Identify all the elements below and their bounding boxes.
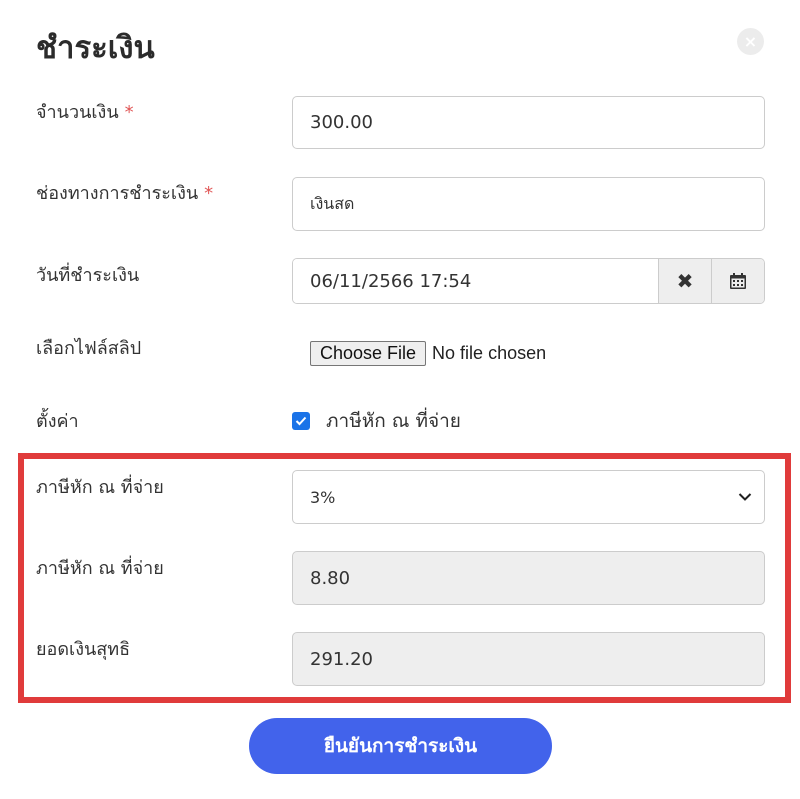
times-icon: ✖	[676, 269, 694, 293]
payment-date-label: วันที่ชำระเงิน	[36, 265, 140, 286]
slip-file-input: Choose File No file chosen	[310, 341, 546, 366]
calendar-icon	[730, 273, 746, 289]
check-icon	[295, 416, 307, 426]
payment-channel-label: ช่องทางการชำระเงิน *	[36, 183, 214, 204]
withholding-rate-select[interactable]: 3%	[292, 470, 765, 524]
payment-date-group: 06/11/2566 17:54 ✖	[292, 258, 765, 304]
choose-file-button[interactable]: Choose File	[310, 341, 427, 366]
file-status: No file chosen	[432, 343, 547, 363]
withholding-rate-label: ภาษีหัก ณ ที่จ่าย	[36, 477, 164, 498]
settings-label: ตั้งค่า	[36, 411, 79, 432]
close-button[interactable]: ×	[737, 28, 764, 55]
confirm-payment-button[interactable]: ยืนยันการชำระเงิน	[249, 718, 552, 774]
required-mark: *	[124, 102, 134, 123]
withholding-amount-label: ภาษีหัก ณ ที่จ่าย	[36, 558, 164, 579]
modal-title: ชำระเงิน	[36, 30, 155, 66]
withholding-tax-toggle: ภาษีหัก ณ ที่จ่าย	[292, 406, 461, 436]
required-mark: *	[204, 183, 214, 204]
clear-date-button[interactable]: ✖	[658, 259, 711, 303]
chevron-down-icon	[738, 493, 752, 501]
payment-channel-select[interactable]: เงินสด	[292, 177, 765, 231]
calendar-button[interactable]	[711, 259, 764, 303]
amount-label: จำนวนเงิน *	[36, 102, 134, 123]
close-icon: ×	[743, 32, 758, 51]
net-amount-label: ยอดเงินสุทธิ	[36, 639, 131, 660]
payment-date-input[interactable]: 06/11/2566 17:54	[293, 259, 658, 303]
withholding-tax-checkbox-label: ภาษีหัก ณ ที่จ่าย	[326, 410, 461, 432]
withholding-tax-checkbox[interactable]	[292, 412, 310, 430]
amount-input[interactable]: 300.00	[292, 96, 765, 149]
net-amount-field: 291.20	[292, 632, 765, 686]
withholding-amount-field: 8.80	[292, 551, 765, 605]
slip-file-label: เลือกไฟล์สลิป	[36, 338, 142, 359]
